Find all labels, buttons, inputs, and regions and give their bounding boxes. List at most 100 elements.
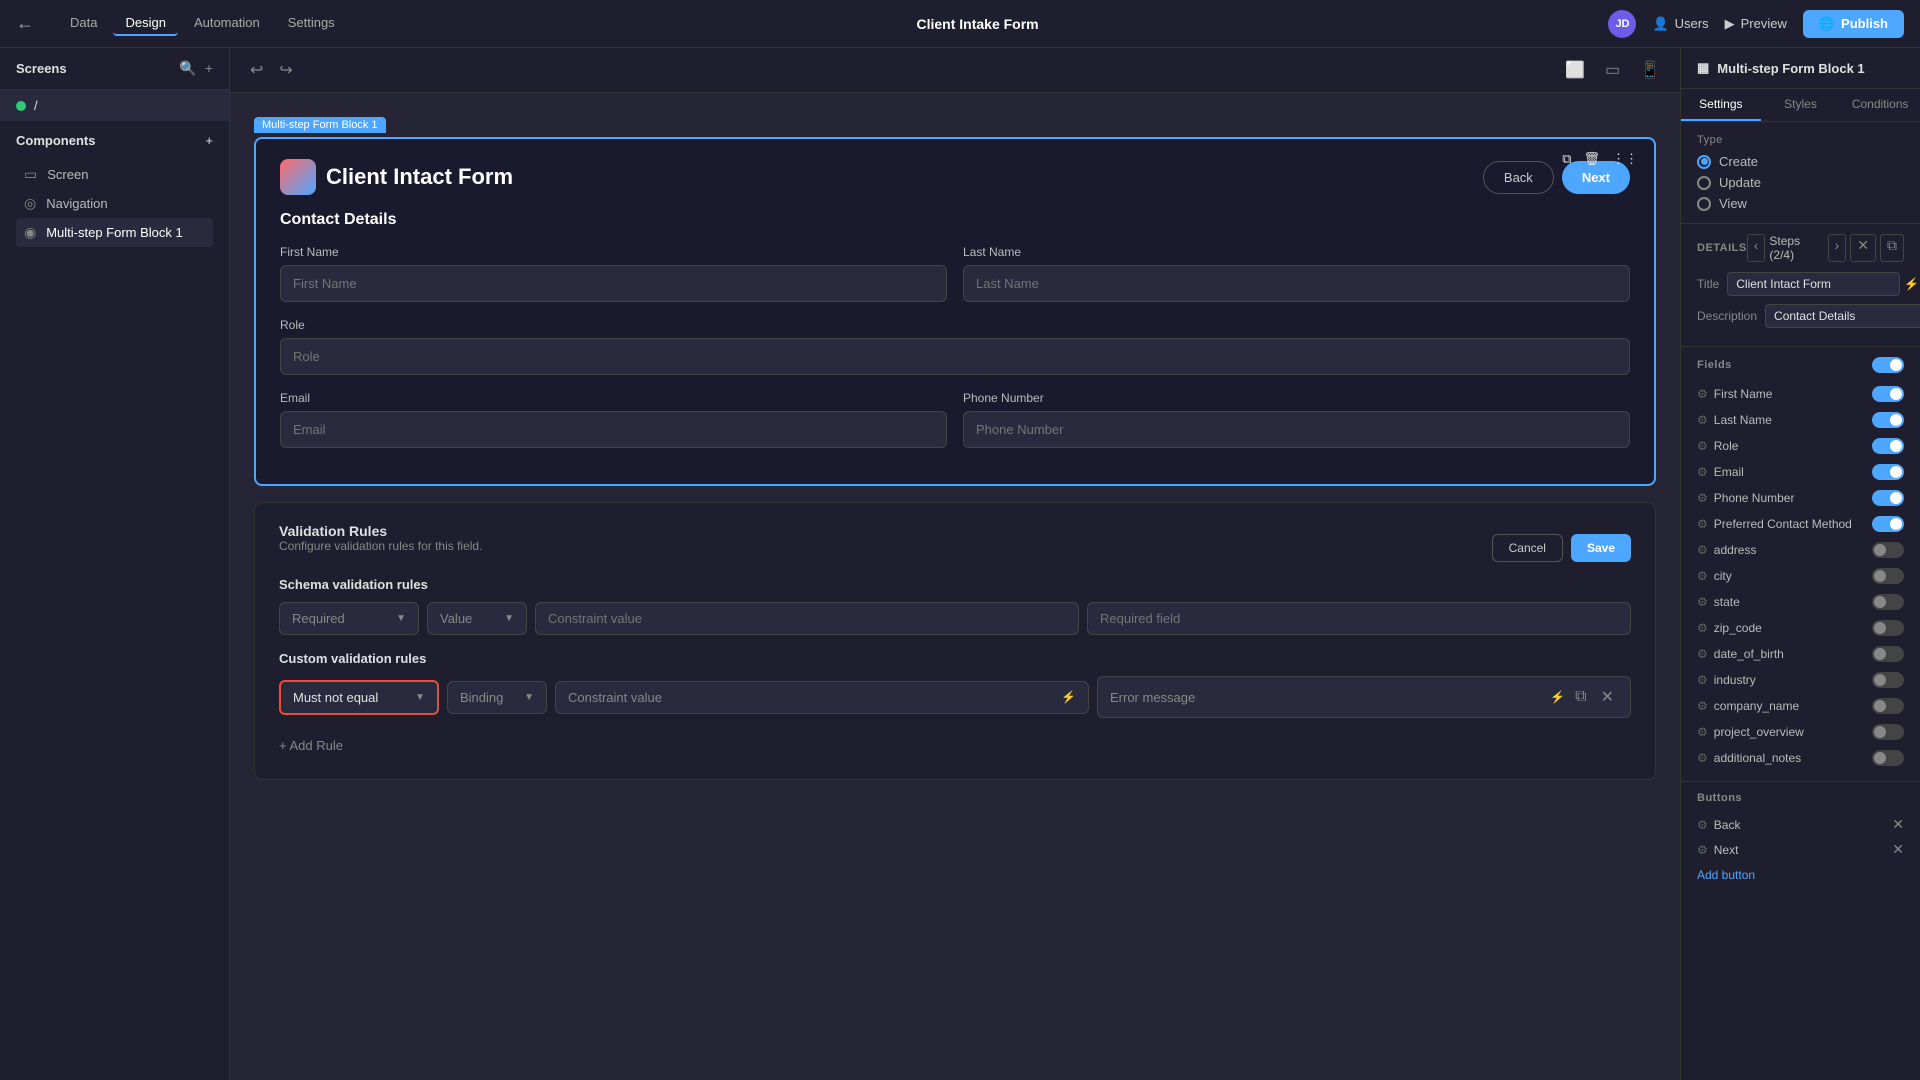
mobile-icon[interactable]: 📱 xyxy=(1636,56,1664,84)
gear-preferred-icon[interactable]: ⚙ xyxy=(1697,517,1708,531)
field-row-preferred: ⚙ Preferred Contact Method xyxy=(1697,511,1904,537)
step-prev-btn[interactable]: ‹ xyxy=(1747,234,1766,262)
redo-icon[interactable]: ↪ xyxy=(275,56,296,84)
error-lightning-icon[interactable]: ⚡ xyxy=(1550,690,1565,704)
add-component-icon[interactable]: + xyxy=(205,133,213,148)
toggle-role[interactable] xyxy=(1872,438,1904,454)
role-input[interactable] xyxy=(280,338,1630,375)
desktop-icon[interactable]: ⬜ xyxy=(1561,56,1589,84)
last-name-input[interactable] xyxy=(963,265,1630,302)
gear-zip-icon[interactable]: ⚙ xyxy=(1697,621,1708,635)
nav-tab-data[interactable]: Data xyxy=(58,11,109,36)
back-button[interactable]: Back xyxy=(1483,161,1554,194)
search-icon[interactable]: 🔍 xyxy=(179,60,196,77)
fields-master-toggle[interactable] xyxy=(1872,357,1904,373)
toggle-project[interactable] xyxy=(1872,724,1904,740)
tablet-icon[interactable]: ▭ xyxy=(1601,56,1624,84)
add-rule-button[interactable]: + Add Rule xyxy=(279,732,1631,759)
toggle-state[interactable] xyxy=(1872,594,1904,610)
first-name-input[interactable] xyxy=(280,265,947,302)
users-button[interactable]: 👤 Users xyxy=(1652,16,1708,32)
buttons-section: Buttons ⚙ Back ✕ ⚙ Next ✕ Add button xyxy=(1681,782,1920,898)
toggle-dob[interactable] xyxy=(1872,646,1904,662)
schema-result-field[interactable] xyxy=(1087,602,1631,635)
schema-rule-select[interactable]: Required ▼ xyxy=(279,602,419,635)
gear-firstname-icon[interactable]: ⚙ xyxy=(1697,387,1708,401)
error-input[interactable]: Error message ⚡ ⧉ ✕ xyxy=(1097,676,1631,718)
toggle-phone[interactable] xyxy=(1872,490,1904,506)
nav-tab-design[interactable]: Design xyxy=(113,11,177,36)
gear-company-icon[interactable]: ⚙ xyxy=(1697,699,1708,713)
nav-tab-settings[interactable]: Settings xyxy=(276,11,347,36)
gear-lastname-icon[interactable]: ⚙ xyxy=(1697,413,1708,427)
desc-field-input[interactable] xyxy=(1765,304,1920,328)
step-copy-btn[interactable]: ⧉ xyxy=(1880,234,1904,262)
toggle-address[interactable] xyxy=(1872,542,1904,558)
add-button-link[interactable]: Add button xyxy=(1697,862,1904,888)
custom-rule-select[interactable]: Must not equal ▼ xyxy=(279,680,439,715)
back-remove-btn[interactable]: ✕ xyxy=(1892,816,1904,833)
nav-component-icon: ◎ xyxy=(24,195,36,212)
title-lightning-icon[interactable]: ⚡ xyxy=(1904,277,1919,291)
toggle-notes[interactable] xyxy=(1872,750,1904,766)
gear-role-icon[interactable]: ⚙ xyxy=(1697,439,1708,453)
constraint-input[interactable]: Constraint value ⚡ xyxy=(555,681,1089,714)
toggle-lastname[interactable] xyxy=(1872,412,1904,428)
form-delete-icon[interactable]: 🗑 xyxy=(1583,151,1600,167)
error-delete-icon[interactable]: ✕ xyxy=(1597,685,1618,709)
gear-project-icon[interactable]: ⚙ xyxy=(1697,725,1708,739)
save-button[interactable]: Save xyxy=(1571,534,1631,562)
toggle-industry[interactable] xyxy=(1872,672,1904,688)
type-create[interactable]: Create xyxy=(1697,154,1904,169)
cancel-button[interactable]: Cancel xyxy=(1492,534,1563,562)
step-delete-btn[interactable]: ✕ xyxy=(1850,234,1876,262)
gear-notes-icon[interactable]: ⚙ xyxy=(1697,751,1708,765)
schema-constraint-input[interactable] xyxy=(535,602,1079,635)
gear-email-icon[interactable]: ⚙ xyxy=(1697,465,1708,479)
binding-select[interactable]: Binding ▼ xyxy=(447,681,547,714)
undo-icon[interactable]: ↩ xyxy=(246,56,267,84)
toggle-email[interactable] xyxy=(1872,464,1904,480)
gear-state-icon[interactable]: ⚙ xyxy=(1697,595,1708,609)
type-update[interactable]: Update xyxy=(1697,175,1904,190)
gear-industry-icon[interactable]: ⚙ xyxy=(1697,673,1708,687)
publish-button[interactable]: 🌐 Publish xyxy=(1803,10,1904,38)
back-arrow-icon[interactable]: ← xyxy=(16,13,34,34)
phone-input[interactable] xyxy=(963,411,1630,448)
type-view[interactable]: View xyxy=(1697,196,1904,211)
toggle-preferred[interactable] xyxy=(1872,516,1904,532)
gear-dob-icon[interactable]: ⚙ xyxy=(1697,647,1708,661)
tab-styles[interactable]: Styles xyxy=(1761,89,1841,121)
component-multistep[interactable]: ◉ Multi-step Form Block 1 xyxy=(16,218,213,247)
title-field-input[interactable] xyxy=(1727,272,1900,296)
form-copy-icon[interactable]: ⧉ xyxy=(1562,151,1571,167)
phone-group: Phone Number xyxy=(963,391,1630,448)
gear-city-icon[interactable]: ⚙ xyxy=(1697,569,1708,583)
constraint-lightning-icon[interactable]: ⚡ xyxy=(1061,690,1076,704)
preview-button[interactable]: ▶ Preview xyxy=(1725,16,1787,32)
form-dots-icon[interactable]: ⋮⋮ xyxy=(1612,151,1638,167)
component-screen[interactable]: ▭ Screen xyxy=(16,160,213,189)
fields-title: Fields xyxy=(1697,357,1904,373)
gear-back-btn-icon[interactable]: ⚙ xyxy=(1697,818,1708,832)
error-copy-icon[interactable]: ⧉ xyxy=(1571,686,1590,708)
gear-next-btn-icon[interactable]: ⚙ xyxy=(1697,843,1708,857)
component-navigation[interactable]: ◎ Navigation xyxy=(16,189,213,218)
gear-address-icon[interactable]: ⚙ xyxy=(1697,543,1708,557)
tab-conditions[interactable]: Conditions xyxy=(1840,89,1920,121)
details-section: DETAILS ‹ Steps (2/4) › ✕ ⧉ Title ⚡ Desc… xyxy=(1681,224,1920,347)
screen-item[interactable]: / xyxy=(0,90,229,121)
toggle-firstname[interactable] xyxy=(1872,386,1904,402)
next-remove-btn[interactable]: ✕ xyxy=(1892,841,1904,858)
add-screen-icon[interactable]: + xyxy=(205,60,213,77)
schema-title: Schema validation rules xyxy=(279,577,1631,592)
toggle-city[interactable] xyxy=(1872,568,1904,584)
email-input[interactable] xyxy=(280,411,947,448)
gear-phone-icon[interactable]: ⚙ xyxy=(1697,491,1708,505)
schema-value-select[interactable]: Value ▼ xyxy=(427,602,527,635)
toggle-zip[interactable] xyxy=(1872,620,1904,636)
toggle-company[interactable] xyxy=(1872,698,1904,714)
tab-settings[interactable]: Settings xyxy=(1681,89,1761,121)
step-next-btn[interactable]: › xyxy=(1828,234,1847,262)
nav-tab-automation[interactable]: Automation xyxy=(182,11,272,36)
